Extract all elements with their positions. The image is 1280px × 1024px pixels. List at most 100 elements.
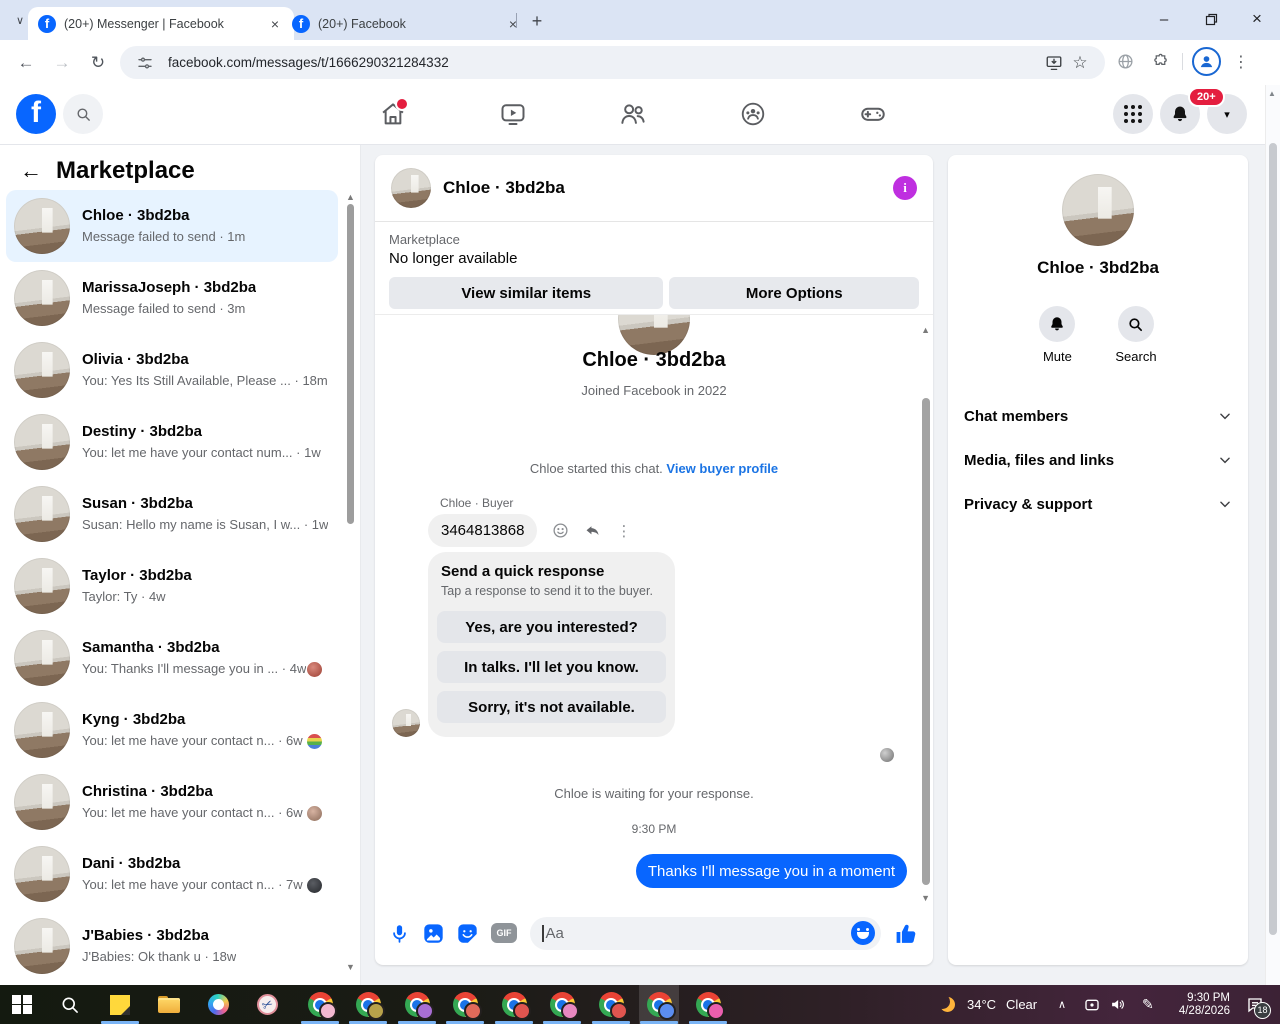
message-menu-kebab-icon[interactable]: ⋮: [616, 522, 631, 540]
sidebar-scrollbar[interactable]: [347, 204, 354, 524]
received-message-bubble[interactable]: 3464813868: [428, 514, 538, 547]
groups-tab[interactable]: [739, 100, 767, 128]
chrome-profile-7-button[interactable]: [591, 985, 631, 1024]
new-tab-button[interactable]: +: [524, 8, 550, 34]
snipping-tool-button[interactable]: ✂: [247, 985, 287, 1024]
conversation-row-chloe[interactable]: Chloe · 3bd2ba Message failed to send · …: [6, 190, 338, 262]
section-media-files-links[interactable]: Media, files and links: [948, 438, 1248, 482]
tab-messenger[interactable]: f (20+) Messenger | Facebook ×: [28, 7, 294, 40]
mute-button[interactable]: Mute: [1039, 306, 1076, 364]
pen-button[interactable]: ✎: [1142, 985, 1154, 1024]
conversation-info-icon[interactable]: i: [893, 176, 917, 200]
conversation-row-dani[interactable]: Dani · 3bd2ba You: let me have your cont…: [6, 838, 338, 910]
conversation-row-kyng[interactable]: Kyng · 3bd2ba You: let me have your cont…: [6, 694, 338, 766]
conversation-row-destiny[interactable]: Destiny · 3bd2ba You: let me have your c…: [6, 406, 338, 478]
facebook-search-button[interactable]: [63, 94, 103, 134]
view-similar-items-button[interactable]: View similar items: [389, 277, 664, 309]
message-input[interactable]: Aa: [530, 916, 881, 950]
facebook-logo[interactable]: f: [16, 94, 56, 134]
sidebar-scroll-down-icon[interactable]: ▼: [346, 962, 355, 972]
reply-icon[interactable]: [584, 522, 601, 539]
notification-center-button[interactable]: 18: [1246, 985, 1271, 1024]
gif-icon[interactable]: GIF: [491, 923, 517, 943]
conversation-row-jbabies[interactable]: J'Babies · 3bd2ba J'Babies: Ok thank u ·…: [6, 910, 338, 982]
section-privacy-support[interactable]: Privacy & support: [948, 482, 1248, 526]
page-scrollbar-thumb[interactable]: [1269, 143, 1277, 935]
conversation-row-christina[interactable]: Christina · 3bd2ba You: let me have your…: [6, 766, 338, 838]
taskbar-search-button[interactable]: [50, 985, 90, 1024]
back-button[interactable]: ←: [10, 47, 42, 79]
view-buyer-profile-link[interactable]: View buyer profile: [666, 461, 778, 476]
tray-app-icon[interactable]: [1084, 985, 1100, 1024]
sidebar-scroll-up-icon[interactable]: ▲: [346, 192, 355, 202]
emoji-picker-icon[interactable]: [851, 921, 875, 945]
back-arrow-icon[interactable]: ←: [20, 158, 44, 184]
start-button[interactable]: [2, 985, 42, 1024]
site-info-icon[interactable]: [132, 50, 158, 76]
mute-bell-icon: [1051, 317, 1064, 331]
browser-profile-avatar[interactable]: [1192, 47, 1221, 76]
chat-scroll-up-icon[interactable]: ▲: [921, 325, 930, 335]
apps-menu-button[interactable]: [1113, 94, 1153, 134]
chat-scrollbar[interactable]: [922, 398, 930, 885]
chat-header[interactable]: Chloe · 3bd2ba i: [375, 155, 933, 222]
page-scrollbar[interactable]: ▲: [1265, 85, 1280, 985]
tab-separator: [516, 13, 517, 28]
section-chat-members[interactable]: Chat members: [948, 394, 1248, 438]
forward-button[interactable]: →: [46, 47, 78, 79]
more-options-button[interactable]: More Options: [669, 277, 919, 309]
conversation-row-taylor[interactable]: Taylor · 3bd2ba Taylor: Ty · 4w: [6, 550, 338, 622]
conversation-row-marissajoseph[interactable]: MarissaJoseph · 3bd2ba Message failed to…: [6, 262, 338, 334]
copilot-button[interactable]: [198, 985, 238, 1024]
chrome-profile-3-button[interactable]: [397, 985, 437, 1024]
install-app-icon[interactable]: [1041, 50, 1067, 76]
sent-message-bubble[interactable]: Thanks I'll message you in a moment: [635, 854, 907, 888]
address-bar[interactable]: facebook.com/messages/t/1666290321284332…: [120, 46, 1105, 79]
chrome-profile-4-button[interactable]: [445, 985, 485, 1024]
window-minimize-button[interactable]: –: [1141, 0, 1187, 38]
file-explorer-button[interactable]: [149, 985, 189, 1024]
clock-widget[interactable]: 9:30 PM 4/28/2026: [1164, 985, 1230, 1024]
tray-overflow-chevron[interactable]: ∧: [1058, 985, 1066, 1024]
react-emoji-icon[interactable]: [552, 522, 569, 539]
url-text[interactable]: facebook.com/messages/t/1666290321284332: [168, 55, 1041, 70]
chrome-profile-8-button-active[interactable]: [639, 985, 679, 1024]
gaming-tab[interactable]: [859, 100, 887, 128]
window-restore-button[interactable]: [1188, 0, 1234, 38]
bookmark-star-icon[interactable]: ☆: [1067, 50, 1093, 76]
browser-toolbar: ← → ↻ facebook.com/messages/t/1666290321…: [0, 40, 1280, 86]
search-in-conversation-button[interactable]: Search: [1115, 306, 1157, 364]
attach-image-icon[interactable]: [423, 923, 444, 944]
voice-clip-icon[interactable]: [389, 923, 410, 944]
friends-tab[interactable]: [619, 100, 647, 128]
tab-close-icon[interactable]: ×: [504, 15, 522, 33]
chat-scroll-down-icon[interactable]: ▼: [921, 893, 930, 903]
chrome-profile-9-button[interactable]: [688, 985, 728, 1024]
sticker-icon[interactable]: [457, 923, 478, 944]
conversation-row-olivia[interactable]: Olivia · 3bd2ba You: Yes Its Still Avail…: [6, 334, 338, 406]
chrome-profile-5-button[interactable]: [494, 985, 534, 1024]
home-tab[interactable]: [379, 97, 409, 128]
friends-icon: [621, 104, 645, 124]
watch-tab[interactable]: [499, 100, 527, 128]
browser-menu-kebab-icon[interactable]: ⋮: [1228, 49, 1254, 75]
windows-logo-icon: [12, 994, 32, 1015]
weather-widget[interactable]: 34°C Clear: [940, 985, 1037, 1024]
quick-reply-interested-button[interactable]: Yes, are you interested?: [437, 611, 666, 643]
quick-reply-in-talks-button[interactable]: In talks. I'll let you know.: [437, 651, 666, 683]
thumbs-up-send-icon[interactable]: [894, 921, 919, 946]
conversation-row-samantha[interactable]: Samantha · 3bd2ba You: Thanks I'll messa…: [6, 622, 338, 694]
chrome-profile-6-button[interactable]: [542, 985, 582, 1024]
sticky-notes-button[interactable]: [100, 985, 140, 1024]
tab-facebook[interactable]: f (20+) Facebook ×: [282, 7, 532, 40]
chrome-profile-2-button[interactable]: [348, 985, 388, 1024]
conversation-row-susan[interactable]: Susan · 3bd2ba Susan: Hello my name is S…: [6, 478, 338, 550]
chrome-profile-1-button[interactable]: [300, 985, 340, 1024]
quick-reply-not-available-button[interactable]: Sorry, it's not available.: [437, 691, 666, 723]
volume-button[interactable]: [1110, 985, 1127, 1024]
window-close-button[interactable]: ×: [1234, 0, 1280, 38]
reload-button[interactable]: ↻: [82, 47, 114, 79]
listing-avatar: [14, 702, 70, 758]
extensions-puzzle-icon[interactable]: [1147, 49, 1173, 75]
page-scroll-up-icon[interactable]: ▲: [1268, 89, 1276, 98]
